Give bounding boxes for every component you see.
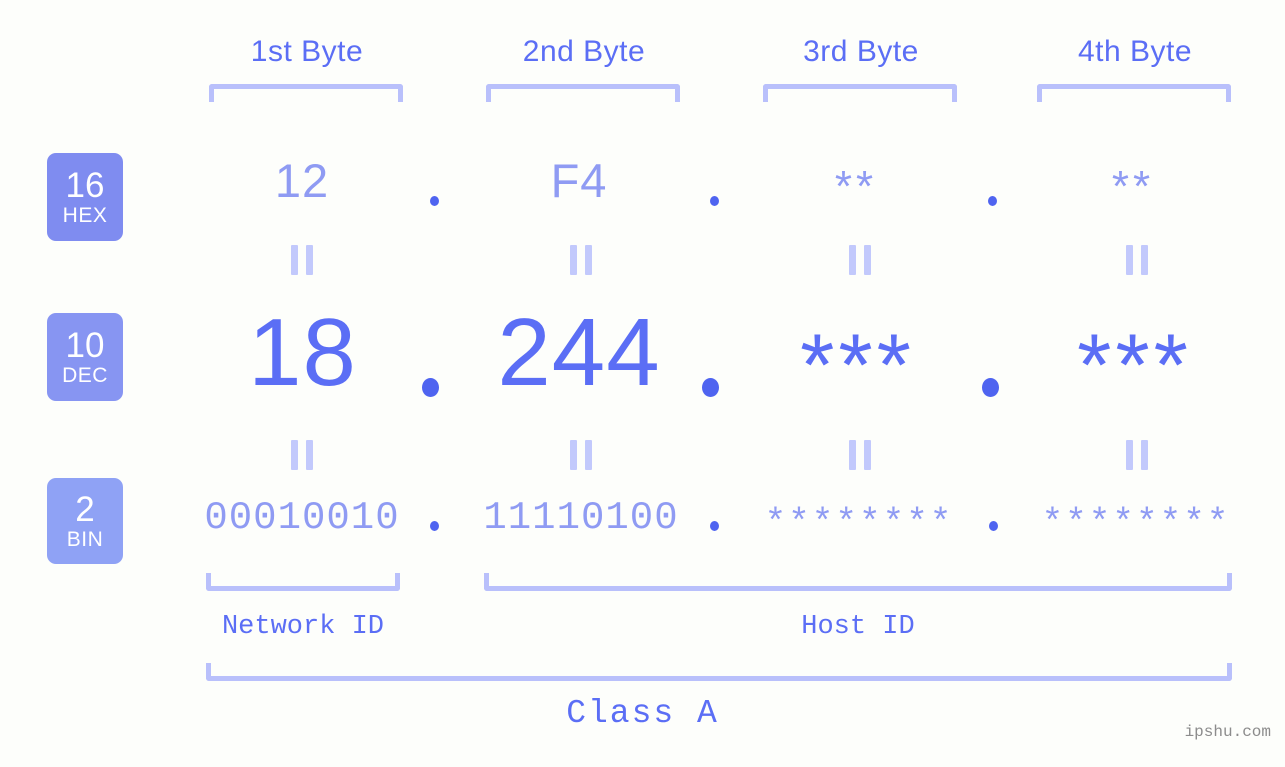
dec-separator-dot-2 [702, 378, 719, 397]
bin-separator-dot-3 [989, 521, 998, 531]
dec-separator-dot-1 [422, 378, 439, 397]
byte-bracket-top-3 [763, 84, 957, 102]
base-badge-hex: 16 HEX [47, 153, 123, 241]
network-id-bracket [206, 573, 400, 591]
equals-mark-hex-dec-3 [849, 245, 871, 275]
hex-byte-1-value: 12 [274, 154, 330, 207]
class-bracket [206, 663, 1232, 681]
hex-separator-dot-2 [710, 196, 719, 206]
equals-mark-dec-bin-3 [849, 440, 871, 470]
byte-header-1: 1st Byte [250, 35, 364, 68]
dec-byte-4-value: *** [1077, 315, 1192, 414]
dec-separator-dot-3 [982, 378, 999, 397]
hex-separator-dot-1 [430, 196, 439, 206]
hex-byte-2-value: F4 [550, 154, 608, 207]
base-badge-dec-label: DEC [62, 363, 108, 387]
bin-byte-1-value: 00010010 [204, 496, 400, 540]
bin-byte-4-value: ******** [1041, 503, 1231, 544]
dec-byte-2-value: 244 [497, 299, 661, 406]
byte-header-4: 4th Byte [1077, 35, 1193, 68]
network-id-label: Network ID [221, 612, 385, 642]
class-label: Class A [566, 695, 719, 732]
equals-mark-hex-dec-4 [1126, 245, 1148, 275]
byte-bracket-top-2 [486, 84, 680, 102]
byte-header-3: 3rd Byte [803, 35, 919, 68]
equals-mark-hex-dec-2 [570, 245, 592, 275]
host-id-bracket [484, 573, 1232, 591]
base-badge-dec: 10 DEC [47, 313, 123, 401]
equals-mark-dec-bin-2 [570, 440, 592, 470]
hex-byte-3-value: ** [834, 162, 878, 211]
base-badge-bin-number: 2 [75, 489, 95, 529]
equals-mark-dec-bin-4 [1126, 440, 1148, 470]
bin-separator-dot-2 [710, 521, 719, 531]
bin-byte-3-value: ******** [764, 503, 954, 544]
hex-byte-4-value: ** [1111, 162, 1155, 211]
base-badge-hex-number: 16 [65, 165, 105, 205]
equals-mark-hex-dec-1 [291, 245, 313, 275]
equals-mark-dec-bin-1 [291, 440, 313, 470]
base-badge-bin: 2 BIN [47, 478, 123, 564]
byte-bracket-top-4 [1037, 84, 1231, 102]
bin-byte-2-value: 11110100 [483, 496, 679, 540]
base-badge-bin-label: BIN [66, 527, 104, 551]
base-badge-dec-number: 10 [65, 325, 105, 365]
dec-byte-1-value: 18 [248, 299, 357, 406]
dec-byte-3-value: *** [800, 315, 915, 414]
byte-bracket-top-1 [209, 84, 403, 102]
byte-header-2: 2nd Byte [522, 35, 646, 68]
hex-separator-dot-3 [988, 196, 997, 206]
base-badge-hex-label: HEX [62, 203, 108, 227]
host-id-label: Host ID [801, 612, 915, 642]
bin-separator-dot-1 [430, 521, 439, 531]
watermark: ipshu.com [1184, 723, 1271, 741]
ip-address-breakdown-diagram: 1st Byte 2nd Byte 3rd Byte 4th Byte 16 H… [0, 0, 1285, 767]
